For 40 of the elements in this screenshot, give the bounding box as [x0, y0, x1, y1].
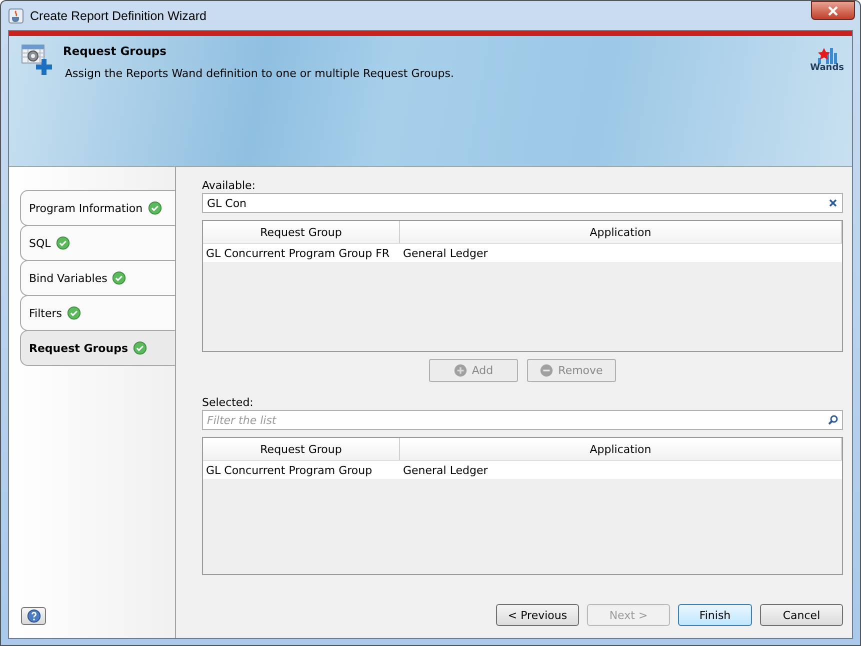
star-bars-logo-icon [815, 46, 840, 64]
wizard-button[interactable]: Finish [678, 604, 752, 626]
close-icon [827, 4, 839, 16]
table-gear-plus-icon [21, 44, 53, 76]
clear-icon [828, 198, 838, 208]
column-header[interactable]: Request Group [203, 221, 400, 243]
column-header[interactable]: Application [400, 438, 842, 460]
help-icon [26, 609, 40, 623]
check-icon [148, 201, 162, 215]
wizard-step-tab[interactable]: SQL [20, 225, 175, 261]
wizard-button[interactable]: < Previous [496, 604, 579, 626]
wizard-step-tab[interactable]: Bind Variables [20, 260, 175, 296]
search-icon [828, 415, 838, 425]
table-cell-text: GL Concurrent Program Group [205, 462, 374, 478]
wizard-step-tab[interactable]: Program Information [20, 190, 175, 226]
wizard-step-tab[interactable]: Filters [20, 295, 175, 331]
java-cup-icon [8, 8, 24, 24]
check-icon [66, 306, 81, 320]
check-icon [133, 341, 147, 355]
check-icon [56, 236, 70, 250]
help-button[interactable] [21, 607, 46, 625]
logo-text: Wands [810, 64, 844, 73]
page-description: Assign the Reports Wand definition to one or multiple Request Groups. [64, 67, 455, 80]
table-cell-text: GL Concurrent Program Group FR [205, 246, 391, 262]
column-header[interactable]: Application [400, 221, 842, 243]
field-label: Selected: [202, 396, 254, 410]
minus-icon [540, 364, 554, 377]
check-icon [112, 271, 126, 285]
plus-icon [454, 364, 467, 377]
filter-field[interactable]: Filter the list [202, 410, 843, 430]
window-title: Create Report Definition Wizard [30, 8, 208, 22]
search-field[interactable]: GL Con [202, 193, 843, 213]
table-cell-text: General Ledger [402, 246, 489, 262]
wizard-step-tab[interactable]: Request Groups [20, 330, 175, 366]
field-label: Available: [202, 179, 256, 193]
page-title: Request Groups [63, 44, 168, 58]
wizard-button[interactable]: Cancel [760, 604, 843, 626]
column-header[interactable]: Request Group [203, 438, 400, 460]
close-button[interactable] [811, 1, 855, 20]
table-cell-text: General Ledger [402, 462, 489, 478]
